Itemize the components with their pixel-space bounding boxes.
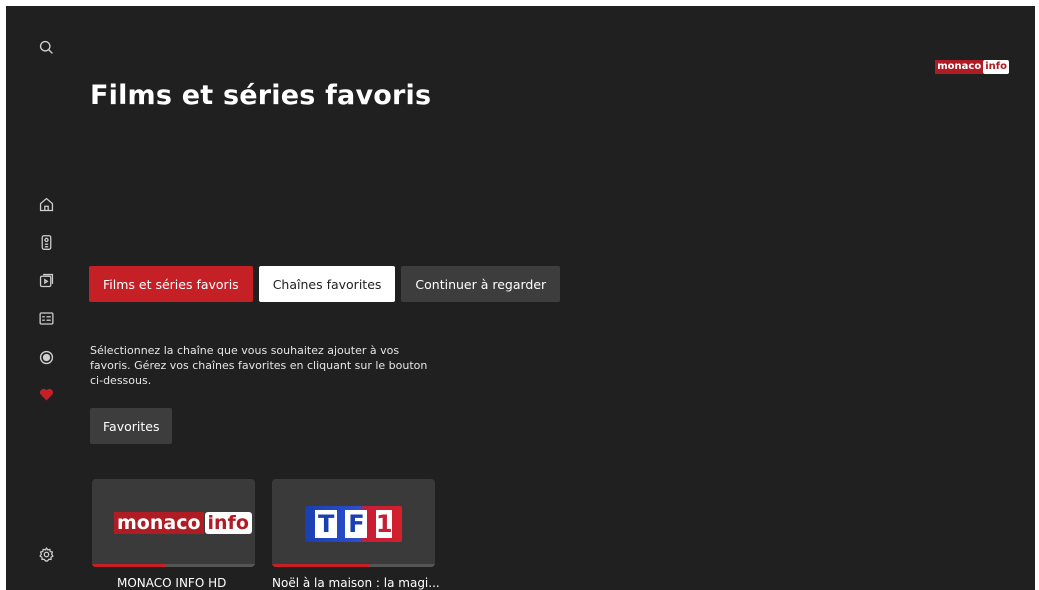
page-title: Films et séries favoris [90, 80, 432, 111]
tab-favorite-channels[interactable]: Chaînes favorites [258, 266, 396, 302]
guide-icon[interactable] [36, 308, 56, 328]
media-library-icon[interactable] [36, 270, 56, 290]
favorites-button[interactable]: Favorites [90, 408, 173, 444]
tab-bar: Films et séries favoris Chaînes favorite… [89, 266, 561, 302]
progress-fill [92, 564, 166, 567]
content-card-tf1[interactable]: T F 1 [272, 479, 435, 567]
tf1-logo: T F 1 [305, 506, 402, 542]
description-text: Sélectionnez la chaîne que vous souhaite… [90, 344, 428, 387]
progress-bar [92, 564, 255, 567]
favorites-heart-icon[interactable] [36, 384, 56, 404]
progress-bar [272, 564, 435, 567]
monaco-info-logo: monaco info [114, 512, 252, 534]
tab-continue-watching[interactable]: Continuer à regarder [401, 266, 561, 302]
search-icon[interactable] [36, 37, 56, 57]
home-icon[interactable] [36, 194, 56, 214]
settings-icon[interactable] [36, 544, 56, 564]
tab-favorite-movies-series[interactable]: Films et séries favoris [89, 266, 253, 302]
progress-fill [272, 564, 370, 567]
brand-logo: monaco info [935, 60, 1009, 74]
card-title: MONACO INFO HD [117, 576, 227, 590]
app-screen: monaco info Films et séries favoris Film… [6, 6, 1035, 590]
card-title: Noël à la maison : la magi... [272, 576, 440, 590]
record-icon[interactable] [36, 347, 56, 367]
remote-icon[interactable] [36, 232, 56, 252]
content-card-monaco-info[interactable]: monaco info [92, 479, 255, 567]
